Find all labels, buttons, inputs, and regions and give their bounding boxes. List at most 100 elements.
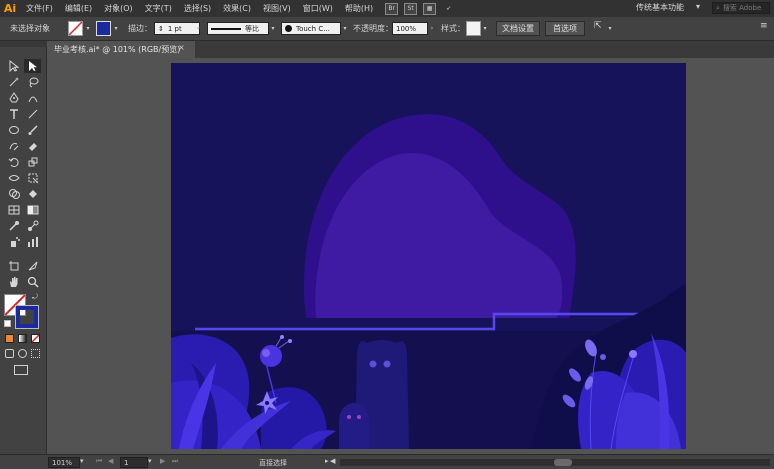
bud-stamen-tip-2 — [280, 335, 284, 339]
artboard[interactable] — [171, 63, 686, 449]
menu-select[interactable]: 选择(S) — [178, 3, 217, 14]
curvature-tool-icon[interactable] — [24, 91, 41, 105]
screen-mode-icon[interactable] — [14, 365, 28, 375]
style-swatch[interactable] — [466, 21, 481, 36]
selection-tool-icon[interactable] — [5, 59, 22, 73]
gpu-rocket-icon[interactable]: ➶ — [442, 3, 455, 15]
cat-eye-right — [383, 360, 391, 368]
default-colors-icon[interactable] — [4, 320, 11, 327]
next-artboard-icon[interactable]: ▶ — [160, 457, 165, 465]
draw-normal-icon[interactable] — [5, 349, 14, 358]
last-artboard-icon[interactable]: ⏭ — [172, 457, 178, 466]
perspective-grid-tool-icon[interactable] — [5, 203, 22, 217]
style-dropdown-icon[interactable]: ▾ — [480, 22, 490, 35]
draw-inside-icon[interactable] — [31, 349, 40, 358]
canvas-area[interactable] — [47, 58, 774, 454]
stroke-profile-field[interactable]: 等比 — [207, 22, 269, 35]
pen-tool-icon[interactable] — [5, 91, 22, 105]
fill-swatch[interactable] — [68, 21, 83, 36]
document-tab[interactable]: 毕业考核.ai* @ 101% (RGB/预览) — [47, 41, 195, 58]
opacity-field[interactable]: 100% — [392, 22, 428, 35]
first-artboard-icon[interactable]: ⏮ — [96, 457, 102, 466]
direct-selection-tool-icon[interactable] — [24, 59, 41, 73]
magic-wand-tool-icon[interactable] — [5, 75, 22, 89]
control-bar: 未选择对象 ▾ ▾ 描边： ⇕ 1 pt ▾ 等比 ▾ Touch C... ▾… — [0, 17, 774, 41]
brush-dropdown-icon[interactable]: ▾ — [340, 22, 350, 35]
menu-view[interactable]: 视图(V) — [257, 3, 297, 14]
free-transform-tool-icon[interactable] — [24, 171, 41, 185]
menu-file[interactable]: 文件(F) — [20, 3, 59, 14]
draw-behind-icon[interactable] — [18, 349, 27, 358]
chevron-down-icon[interactable]: ▾ — [696, 2, 700, 11]
menu-window[interactable]: 窗口(W) — [297, 3, 339, 14]
width-tool-icon[interactable] — [5, 171, 22, 185]
opacity-dropdown-icon[interactable]: › — [427, 22, 437, 35]
zoom-dropdown-icon[interactable]: ▾ — [80, 457, 84, 465]
workspace-switcher[interactable]: 传统基本功能 — [636, 2, 684, 13]
bridge-icon[interactable]: Br — [385, 2, 399, 15]
toolbar-grip[interactable] — [0, 41, 47, 47]
eraser-tool-icon[interactable] — [24, 139, 41, 153]
fill-dropdown-icon[interactable]: ▾ — [83, 22, 93, 35]
stroke-profile-dropdown-icon[interactable]: ▾ — [268, 22, 278, 35]
zoom-field[interactable]: 101% — [48, 457, 80, 468]
scale-tool-icon[interactable] — [24, 155, 41, 169]
panel-menu-icon[interactable]: ≡ — [760, 21, 768, 31]
menu-type[interactable]: 文字(T) — [139, 3, 178, 14]
lasso-tool-icon[interactable] — [24, 75, 41, 89]
artboard-tool-icon[interactable] — [5, 259, 22, 273]
style-label: 样式： — [441, 24, 465, 33]
brush-definition-field[interactable]: Touch C... — [281, 22, 341, 35]
rotate-tool-icon[interactable] — [5, 155, 22, 169]
stroke-label: 描边： — [128, 24, 152, 33]
menu-edit[interactable]: 编辑(E) — [59, 3, 98, 14]
none-mode-icon[interactable] — [31, 334, 40, 343]
close-icon[interactable]: × — [178, 43, 185, 52]
stroke-weight-dropdown-icon[interactable]: ▾ — [193, 22, 203, 35]
swap-fill-stroke-icon[interactable]: ⤾ — [32, 293, 38, 302]
hand-tool-icon[interactable] — [5, 275, 22, 289]
shape-builder-tool-icon[interactable] — [5, 187, 22, 201]
blend-tool-icon[interactable] — [24, 219, 41, 233]
eyedropper-tool-icon[interactable] — [5, 219, 22, 233]
select-similar-icon[interactable]: ⇱ — [594, 21, 602, 31]
symbol-sprayer-tool-icon[interactable] — [5, 235, 22, 249]
stock-icon[interactable]: St — [404, 2, 418, 15]
status-menu-icon[interactable]: ▸ — [325, 457, 329, 465]
slice-tool-icon[interactable] — [24, 259, 41, 273]
live-paint-bucket-icon[interactable] — [24, 187, 41, 201]
zoom-tool-icon[interactable] — [24, 275, 41, 289]
artboard-number-field[interactable]: 1 — [120, 457, 148, 468]
search-input[interactable]: ⌕ 搜索 Adobe — [712, 2, 770, 14]
stroke-color-box[interactable] — [15, 305, 39, 329]
cat-eye-left — [369, 360, 377, 368]
preferences-button[interactable]: 首选项 — [545, 21, 585, 36]
gradient-mode-icon[interactable] — [18, 334, 27, 343]
document-settings-button[interactable]: 文档设置 — [496, 21, 540, 36]
line-segment-tool-icon[interactable] — [24, 107, 41, 121]
stepper-icon[interactable]: ⇕ — [158, 25, 164, 33]
gradient-tool-icon[interactable] — [24, 203, 41, 217]
arrange-documents-icon[interactable]: ▦ — [423, 2, 437, 15]
stroke-dropdown-icon[interactable]: ▾ — [111, 22, 121, 35]
menu-help[interactable]: 帮助(H) — [339, 3, 379, 14]
scrollbar-thumb[interactable] — [554, 459, 572, 466]
previous-artboard-icon[interactable]: ◀ — [108, 457, 113, 465]
type-tool-icon[interactable] — [5, 107, 22, 121]
select-similar-dropdown-icon[interactable]: ▾ — [605, 22, 615, 35]
horizontal-scrollbar[interactable] — [340, 459, 770, 466]
small-creature-eye-left — [347, 415, 351, 419]
column-graph-tool-icon[interactable] — [24, 235, 41, 249]
paintbrush-tool-icon[interactable] — [24, 123, 41, 137]
rectangle-tool-icon[interactable] — [5, 123, 22, 137]
bud-stamen-tip-1 — [288, 339, 292, 343]
stroke-line-preview — [211, 27, 241, 30]
search-icon: ⌕ — [716, 3, 720, 12]
artboard-dropdown-icon[interactable]: ▾ — [148, 457, 152, 465]
menu-effect[interactable]: 效果(C) — [217, 3, 257, 14]
menu-object[interactable]: 对象(O) — [98, 3, 139, 14]
shaper-tool-icon[interactable] — [5, 139, 22, 153]
scroll-left-icon[interactable]: ◀ — [330, 457, 335, 465]
color-mode-icon[interactable] — [5, 334, 14, 343]
stroke-swatch[interactable] — [96, 21, 111, 36]
